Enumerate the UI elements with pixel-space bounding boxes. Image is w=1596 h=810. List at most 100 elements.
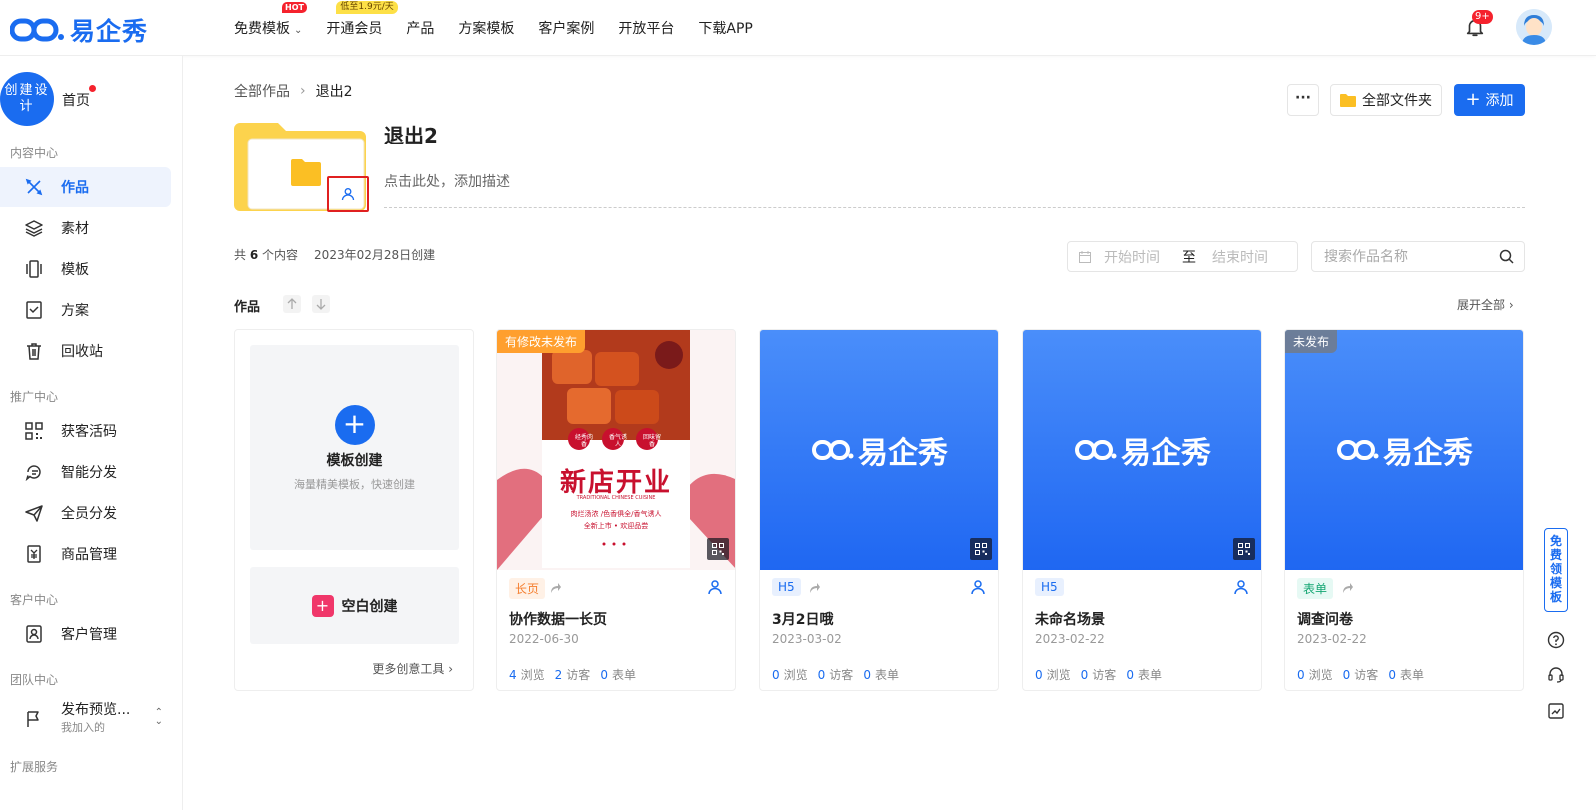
nav-download-app[interactable]: 下载APP bbox=[698, 18, 752, 38]
collaborator-icon[interactable] bbox=[1233, 579, 1249, 595]
stat-views: 4 浏览 bbox=[509, 668, 545, 682]
sidebar-item-label: 客户管理 bbox=[61, 627, 117, 643]
sidebar-item-templates[interactable]: 模板 bbox=[0, 249, 171, 289]
folder-collaborator-button[interactable] bbox=[327, 176, 369, 212]
all-folders-label: 全部文件夹 bbox=[1362, 93, 1432, 109]
sidebar-item-recycle-bin[interactable]: 回收站 bbox=[0, 331, 171, 371]
folder-description[interactable]: 点击此处，添加描述 bbox=[384, 171, 510, 191]
nav-products[interactable]: 产品 bbox=[406, 18, 434, 38]
card-cover: 易企秀 bbox=[1023, 330, 1261, 570]
template-create-subtitle: 海量精美模板，快速创建 bbox=[294, 478, 415, 491]
search-icon[interactable] bbox=[1499, 249, 1514, 264]
sidebar-group-content: 内容中心 bbox=[10, 146, 59, 160]
divider bbox=[384, 207, 1525, 208]
poster-line1: 肉烂汤浓 /色香俱全/香气诱人 bbox=[570, 510, 662, 518]
avatar[interactable] bbox=[1516, 9, 1552, 45]
sidebar-item-smart-distribute[interactable]: 智能分发 bbox=[0, 452, 171, 492]
breadcrumb-root[interactable]: 全部作品 bbox=[234, 81, 290, 101]
help-icon[interactable] bbox=[1547, 631, 1565, 649]
notification-badge: 9+ bbox=[1472, 10, 1493, 24]
work-card[interactable]: 经秀肉香 香气诱人 回味留香 新店开业 TRADITIONAL CHINESE … bbox=[496, 329, 736, 691]
type-badge: 表单 bbox=[1297, 578, 1334, 599]
nav-free-templates[interactable]: HOT 免费模板 ⌄ bbox=[234, 2, 307, 38]
work-card[interactable]: 易企秀 未发布 表单 调查问卷 2023-02-22 0 浏览 0 访客 0 表单 bbox=[1284, 329, 1524, 691]
end-date-input[interactable]: 结束时间 bbox=[1212, 247, 1268, 267]
type-badge: H5 bbox=[1035, 578, 1064, 596]
section-title: 作品 bbox=[234, 300, 261, 315]
sidebar-item-lead-qrcode[interactable]: 获客活码 bbox=[0, 411, 171, 451]
floating-toolbar: 免费领模板 bbox=[1538, 520, 1572, 730]
card-title: 协作数据一长页 bbox=[509, 612, 607, 628]
template-create-button[interactable]: + 模板创建 海量精美模板，快速创建 bbox=[250, 345, 459, 550]
all-folders-button[interactable]: 全部文件夹 bbox=[1330, 84, 1442, 116]
free-template-button[interactable]: 免费领模板 bbox=[1544, 528, 1568, 612]
work-card[interactable]: 易企秀 H5 3月2日哦 2023-03-02 0 浏览 0 访客 0 表单 bbox=[759, 329, 999, 691]
card-date: 2023-02-22 bbox=[1297, 632, 1367, 646]
customer-service-icon[interactable] bbox=[1547, 666, 1565, 684]
sidebar-item-label: 素材 bbox=[61, 221, 89, 237]
qrcode-button[interactable] bbox=[970, 538, 992, 560]
sidebar-item-label: 全员分发 bbox=[61, 506, 117, 522]
qrcode-button[interactable] bbox=[707, 538, 729, 560]
feedback-icon[interactable] bbox=[1547, 702, 1565, 720]
sidebar-group-team: 团队中心 bbox=[10, 673, 59, 687]
chevron-right-icon: › bbox=[1508, 298, 1514, 312]
card-title: 3月2日哦 bbox=[772, 612, 834, 628]
chevron-right-icon: › bbox=[448, 662, 453, 676]
search-input[interactable] bbox=[1324, 248, 1499, 265]
sidebar-item-label: 获客活码 bbox=[61, 424, 117, 440]
sidebar-item-materials[interactable]: 素材 bbox=[0, 208, 171, 248]
avatar-icon bbox=[1516, 9, 1552, 45]
qrcode-icon bbox=[25, 422, 43, 440]
sidebar-item-all-staff-distribute[interactable]: 全员分发 bbox=[0, 493, 171, 533]
add-button[interactable]: + 添加 bbox=[1454, 84, 1525, 116]
qrcode-icon bbox=[975, 543, 987, 555]
collaborator-icon[interactable] bbox=[970, 579, 986, 595]
collaborator-icon[interactable] bbox=[707, 579, 723, 595]
folder-meta: 共 6 个内容 2023年02月28日创建 bbox=[234, 246, 435, 263]
sidebar-item-product-management[interactable]: 商品管理 bbox=[0, 534, 171, 574]
sidebar-item-label: 方案 bbox=[61, 303, 89, 319]
sidebar-item-team-switch[interactable]: 发布预览... 我加入的 ⌃ ⌄ bbox=[0, 698, 171, 740]
start-date-input[interactable]: 开始时间 bbox=[1104, 247, 1160, 267]
blank-create-label: 空白创建 bbox=[341, 598, 398, 615]
card-date: 2023-02-22 bbox=[1035, 632, 1105, 646]
date-range-picker[interactable]: 开始时间 至 结束时间 bbox=[1067, 241, 1298, 272]
share-icon[interactable] bbox=[808, 582, 820, 594]
folder-title[interactable]: 退出2 bbox=[384, 120, 464, 144]
user-icon bbox=[341, 188, 355, 201]
nav-solution-templates[interactable]: 方案模板 bbox=[458, 18, 514, 38]
share-icon[interactable] bbox=[1341, 582, 1353, 594]
card-cover: 易企秀 bbox=[760, 330, 998, 570]
stat-visitors: 0 访客 bbox=[1342, 668, 1379, 682]
created-date: 2023年02月28日创建 bbox=[314, 248, 436, 262]
paper-plane-icon bbox=[25, 505, 43, 522]
share-icon[interactable] bbox=[549, 582, 561, 594]
qrcode-button[interactable] bbox=[1233, 538, 1255, 560]
create-design-button[interactable]: 创建设计 bbox=[0, 72, 54, 126]
more-creative-tools-link[interactable]: 更多创意工具 › bbox=[372, 660, 453, 677]
poster-circle-3: 回味留香 bbox=[642, 434, 661, 448]
sidebar-item-works[interactable]: 作品 bbox=[0, 167, 171, 207]
more-button[interactable]: ··· bbox=[1287, 84, 1319, 116]
breadcrumb: 全部作品 › 退出2 bbox=[234, 81, 353, 101]
expand-all-link[interactable]: 展开全部 › bbox=[1457, 296, 1514, 313]
logo[interactable]: 易企秀 bbox=[10, 12, 148, 48]
blank-create-button[interactable]: + 空白创建 bbox=[250, 567, 459, 644]
sidebar-item-solutions[interactable]: 方案 bbox=[0, 290, 171, 330]
team-role: 我加入的 bbox=[61, 721, 105, 734]
stat-views: 0 浏览 bbox=[1297, 668, 1333, 682]
sort-descending-button[interactable] bbox=[312, 295, 330, 313]
poster-en: TRADITIONAL CHINESE CUISINE bbox=[576, 495, 656, 501]
sidebar-item-customer-management[interactable]: 客户管理 bbox=[0, 614, 171, 654]
type-badge: H5 bbox=[772, 578, 801, 596]
nav-vip[interactable]: 低至1.9元/天 开通会员 bbox=[326, 1, 398, 38]
nav-vip-label: 开通会员 bbox=[326, 21, 383, 37]
main-nav: HOT 免费模板 ⌄ 低至1.9元/天 开通会员 产品 方案模板 客户案例 开放平… bbox=[234, 0, 753, 56]
sidebar: 创建设计 首页 内容中心 作品 素材 模板 方案 回收站 推广中心 获客活码 智… bbox=[0, 56, 183, 810]
nav-open-platform[interactable]: 开放平台 bbox=[618, 18, 674, 38]
sidebar-item-home[interactable]: 首页 bbox=[62, 90, 90, 110]
sort-ascending-button[interactable] bbox=[283, 295, 301, 313]
work-card[interactable]: 易企秀 H5 未命名场景 2023-02-22 0 浏览 0 访客 0 表单 bbox=[1022, 329, 1262, 691]
nav-customer-cases[interactable]: 客户案例 bbox=[538, 18, 594, 38]
